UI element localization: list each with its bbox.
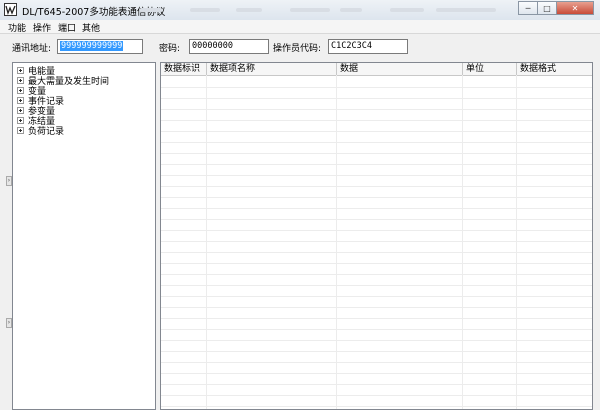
title-decoration — [436, 8, 496, 12]
expand-icon[interactable] — [17, 96, 24, 104]
tree-item-label: 负荷记录 — [28, 126, 65, 137]
grid-line — [161, 153, 592, 154]
grid-line — [161, 186, 592, 187]
grid-line — [161, 296, 592, 297]
close-button[interactable]: ✕ — [556, 1, 594, 15]
grid-line — [161, 329, 592, 330]
grid-line — [161, 175, 592, 176]
title-decoration — [190, 8, 220, 12]
grid-line — [516, 75, 517, 409]
title-decoration — [390, 8, 424, 12]
expand-icon[interactable] — [17, 126, 24, 134]
expand-icon[interactable] — [17, 66, 24, 74]
grid-line — [161, 120, 592, 121]
grid-line — [161, 230, 592, 231]
grid-line — [161, 109, 592, 110]
grid-line — [462, 75, 463, 409]
expand-icon[interactable] — [17, 116, 24, 124]
tree-item[interactable]: 负荷记录 — [17, 125, 65, 137]
grid-line — [161, 274, 592, 275]
grid-line — [161, 395, 592, 396]
grid-line — [161, 98, 592, 99]
grid-line — [161, 87, 592, 88]
grid-line — [161, 384, 592, 385]
grid-line — [161, 164, 592, 165]
address-value: 999999999999 — [60, 41, 124, 51]
operator-code-input[interactable]: C1C2C3C4 — [328, 39, 408, 54]
column-header-format[interactable]: 数据格式 — [517, 63, 592, 75]
grid-line — [161, 241, 592, 242]
table-header: 数据标识 数据项名称 数据 单位 数据格式 — [161, 63, 592, 76]
grid-line — [161, 373, 592, 374]
app-icon[interactable] — [4, 3, 17, 16]
grid-line — [161, 340, 592, 341]
title-decoration — [340, 8, 362, 12]
connection-form: 通讯地址: 999999999999 密码: 00000000 操作员代码: C… — [0, 33, 600, 60]
column-header-id[interactable]: 数据标识 — [161, 63, 207, 75]
menu-bar: 功能 操作 端口 其他 — [0, 20, 600, 34]
grid-line — [336, 75, 337, 409]
column-header-data[interactable]: 数据 — [337, 63, 463, 75]
grid-line — [161, 197, 592, 198]
grid-line — [161, 285, 592, 286]
grid-line — [161, 263, 592, 264]
grid-line — [161, 219, 592, 220]
password-input[interactable]: 00000000 — [189, 39, 269, 54]
grid-line — [161, 252, 592, 253]
maximize-button[interactable]: □ — [537, 1, 557, 15]
grid-line — [161, 307, 592, 308]
password-label: 密码: — [159, 44, 181, 54]
expand-icon[interactable] — [17, 86, 24, 94]
grid-line — [161, 142, 592, 143]
title-decoration — [236, 8, 262, 12]
grid-line — [161, 131, 592, 132]
grid-line — [161, 318, 592, 319]
column-header-unit[interactable]: 单位 — [463, 63, 517, 75]
category-tree[interactable]: 电能量 最大需量及发生时间 变量 事件记录 参变量 冻结量 负荷记录 — [12, 62, 156, 410]
minimize-button[interactable]: ─ — [518, 1, 538, 15]
grid-line — [161, 362, 592, 363]
title-bar[interactable]: DL/T645-2007多功能表通信协议 ─ □ ✕ — [0, 0, 600, 21]
grid-line — [161, 406, 592, 407]
column-header-name[interactable]: 数据项名称 — [207, 63, 337, 75]
grid-line — [206, 75, 207, 409]
expand-icon[interactable] — [17, 76, 24, 84]
address-label: 通讯地址: — [12, 44, 52, 54]
address-input[interactable]: 999999999999 — [57, 39, 143, 54]
data-table[interactable]: 数据标识 数据项名称 数据 单位 数据格式 — [160, 62, 593, 410]
operator-code-label: 操作员代码: — [273, 44, 322, 54]
grid-line — [161, 208, 592, 209]
window-controls: ─ □ ✕ — [518, 1, 594, 15]
expand-icon[interactable] — [17, 106, 24, 114]
title-decoration — [290, 8, 330, 12]
title-decoration — [140, 8, 162, 12]
grid-line — [161, 351, 592, 352]
